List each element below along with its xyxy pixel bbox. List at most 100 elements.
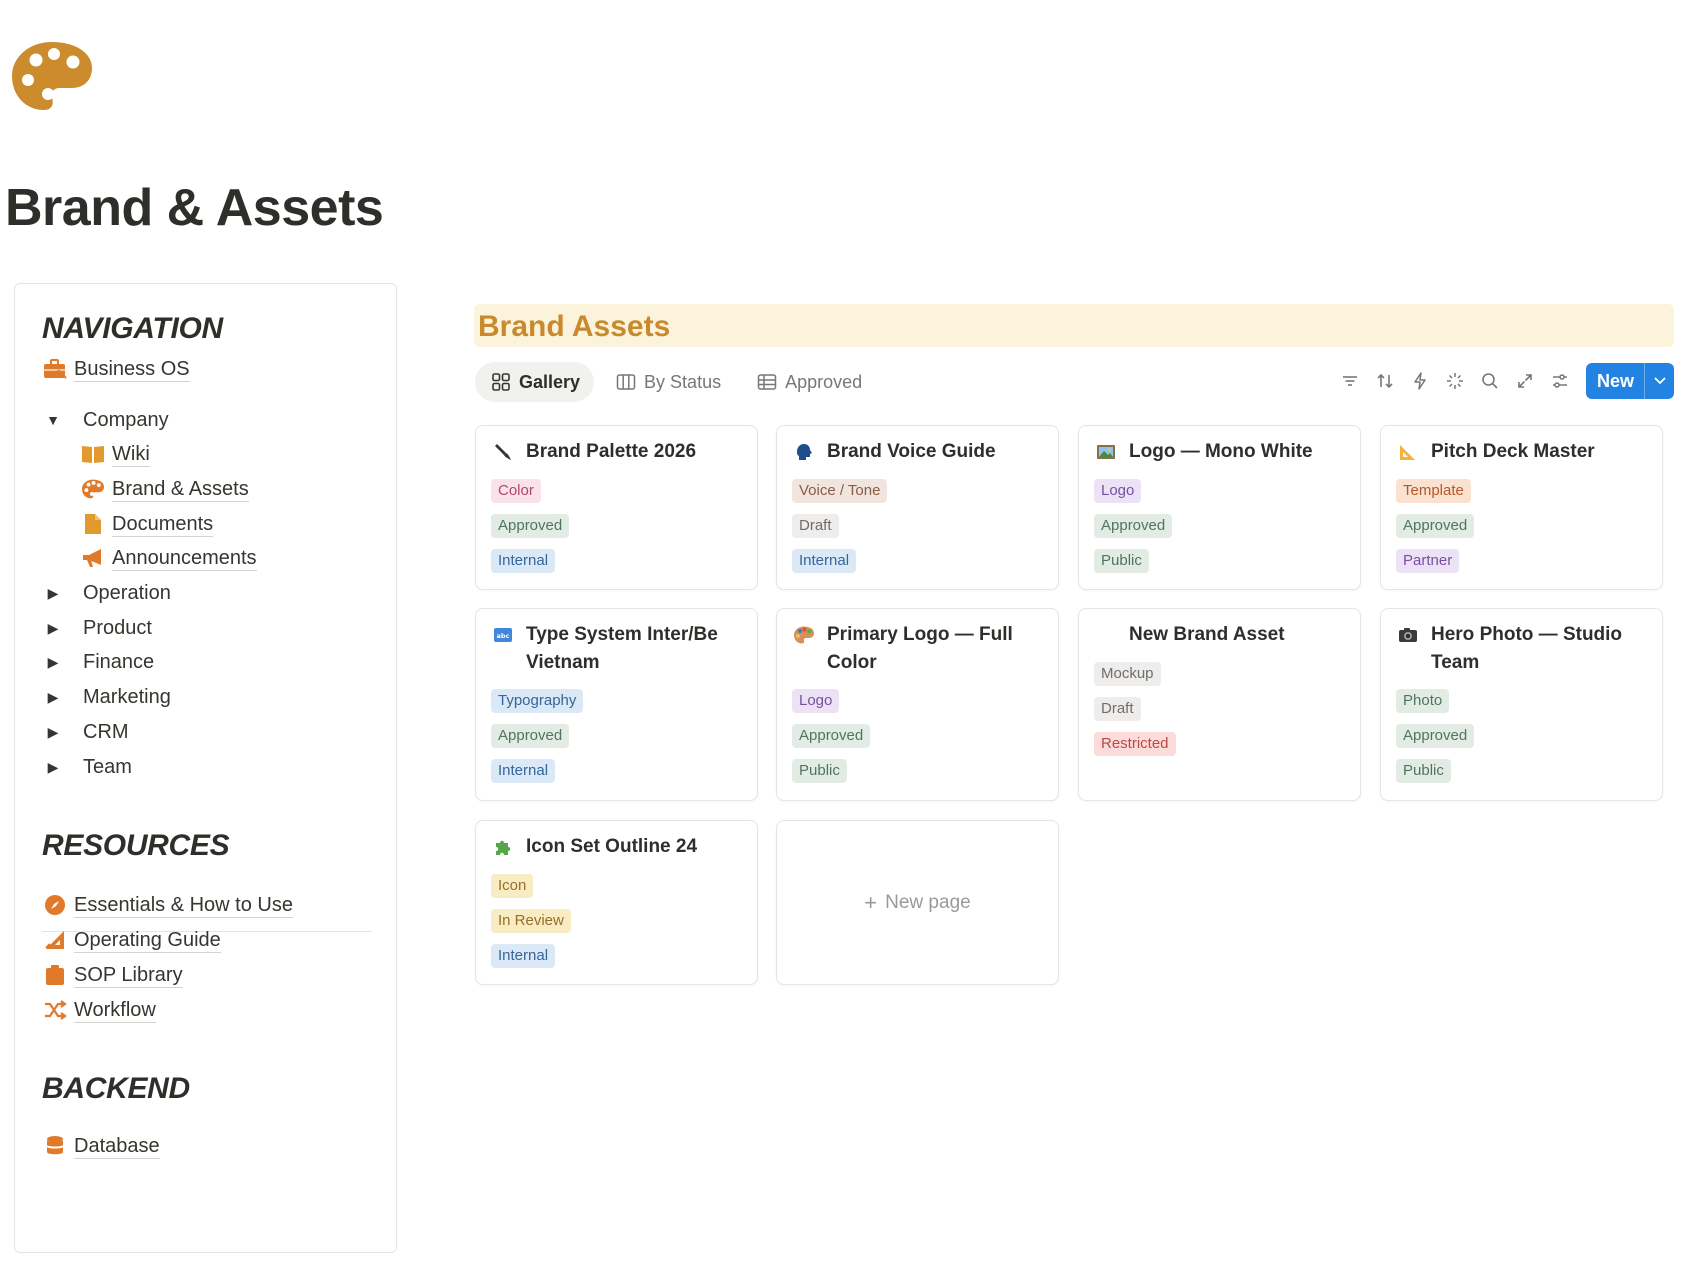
resource-link-label: Operating Guide <box>74 928 221 953</box>
tag: Template <box>1396 479 1471 503</box>
database-title[interactable]: Brand Assets <box>478 310 670 344</box>
palette-icon <box>793 621 815 649</box>
svg-text:abc: abc <box>497 632 510 640</box>
card-title-text: Pitch Deck Master <box>1431 441 1595 462</box>
palette-icon <box>80 476 106 502</box>
triangle-right-icon[interactable]: ▶ <box>45 654 61 671</box>
card-title-text: Type System Inter/Be Vietnam <box>526 624 718 673</box>
tag: Approved <box>491 724 570 748</box>
tag: In Review <box>491 909 571 933</box>
tag: Mockup <box>1094 662 1161 686</box>
card-tags: Icon In Review Internal <box>491 874 571 979</box>
card-tags: Photo Approved Public <box>1396 689 1475 794</box>
search-icon[interactable] <box>1473 363 1508 399</box>
gallery-card[interactable]: New Brand Asset Mockup Draft Restricted <box>1078 608 1361 801</box>
gallery-card[interactable]: Icon Set Outline 24 Icon In Review Inter… <box>475 820 758 985</box>
chevron-down-icon[interactable] <box>1644 363 1674 399</box>
tag: Internal <box>792 549 857 573</box>
triangle-right-icon[interactable]: ▶ <box>45 689 61 706</box>
triangle-ruler-icon <box>42 927 68 953</box>
puzzle-icon <box>492 833 514 861</box>
nav-group-company[interactable]: ▼ Company <box>45 405 169 435</box>
triangle-down-icon[interactable]: ▼ <box>45 412 61 428</box>
triangle-right-icon[interactable]: ▶ <box>45 585 61 602</box>
automation-icon[interactable] <box>1403 363 1438 399</box>
tab-by-status[interactable]: By Status <box>600 362 735 402</box>
speaking-head-icon <box>793 438 815 466</box>
card-tags: Mockup Draft Restricted <box>1094 662 1176 767</box>
nav-link-label: Brand & Assets <box>112 477 249 502</box>
card-title: New Brand Asset <box>1095 621 1348 649</box>
settings-icon[interactable] <box>1543 363 1578 399</box>
gallery-card[interactable]: abc Type System Inter/Be Vietnam Typogra… <box>475 608 758 801</box>
gallery-card[interactable]: Logo — Mono White Logo Approved Public <box>1078 425 1361 590</box>
gallery-card[interactable]: Hero Photo — Studio Team Photo Approved … <box>1380 608 1663 801</box>
nav-link-brand-assets[interactable]: Brand & Assets <box>80 474 249 504</box>
gallery-card[interactable]: Pitch Deck Master Template Approved Part… <box>1380 425 1663 590</box>
triangle-right-icon[interactable]: ▶ <box>45 724 61 741</box>
plus-icon: + <box>864 889 878 915</box>
camera-icon <box>1397 621 1419 649</box>
database-title-bar: Brand Assets <box>474 304 1674 347</box>
nav-group-operation[interactable]: ▶ Operation <box>45 578 171 608</box>
nav-link-label: Wiki <box>112 442 150 467</box>
nav-link-label: Documents <box>112 512 214 537</box>
card-title: Icon Set Outline 24 <box>492 833 745 861</box>
card-tags: Logo Approved Public <box>792 689 871 794</box>
resource-link-essentials[interactable]: Essentials & How to Use <box>42 890 293 920</box>
triangle-right-icon[interactable]: ▶ <box>45 759 61 776</box>
card-title-text: Brand Voice Guide <box>827 441 996 462</box>
card-tags: Logo Approved Public <box>1094 479 1173 584</box>
nav-group-crm[interactable]: ▶ CRM <box>45 717 129 747</box>
ai-icon[interactable] <box>1438 363 1473 399</box>
nav-group-marketing[interactable]: ▶ Marketing <box>45 682 171 712</box>
nav-group-label: Finance <box>83 650 155 673</box>
gallery-card[interactable]: Primary Logo — Full Color Logo Approved … <box>776 608 1059 801</box>
gallery-card[interactable]: Brand Voice Guide Voice / Tone Draft Int… <box>776 425 1059 590</box>
card-title: Primary Logo — Full Color <box>793 621 1046 677</box>
card-title-text: Brand Palette 2026 <box>526 441 697 462</box>
sort-icon[interactable] <box>1368 363 1403 399</box>
expand-icon[interactable] <box>1508 363 1543 399</box>
backend-link-database[interactable]: Database <box>42 1131 160 1161</box>
card-title-text: Icon Set Outline 24 <box>526 836 698 857</box>
tag: Approved <box>1396 514 1475 538</box>
resource-link-sop-library[interactable]: SOP Library <box>42 960 183 990</box>
resource-link-workflow[interactable]: Workflow <box>42 995 156 1025</box>
nav-link-documents[interactable]: Documents <box>80 509 214 539</box>
new-page-card[interactable]: + New page <box>776 820 1059 985</box>
nav-link-business-os[interactable]: Business OS <box>42 354 190 384</box>
tag: Approved <box>792 724 871 748</box>
tag: Icon <box>491 874 534 898</box>
nav-link-wiki[interactable]: Wiki <box>80 439 150 469</box>
filter-icon[interactable] <box>1333 363 1368 399</box>
card-title: Pitch Deck Master <box>1397 438 1650 466</box>
page-palette-icon[interactable] <box>12 40 92 112</box>
new-button[interactable]: New <box>1585 363 1674 399</box>
nav-group-finance[interactable]: ▶ Finance <box>45 647 155 677</box>
nav-group-team[interactable]: ▶ Team <box>45 752 132 782</box>
triangle-right-icon[interactable]: ▶ <box>45 620 61 637</box>
tag: Public <box>1396 759 1451 783</box>
new-button-label: New <box>1596 371 1634 391</box>
tag: Approved <box>1094 514 1173 538</box>
nav-group-product[interactable]: ▶ Product <box>45 613 152 643</box>
sidebar-panel: NAVIGATION Business OS ▼ Company Wiki Br… <box>14 283 397 1253</box>
tag: Public <box>1094 549 1149 573</box>
clipboard-icon <box>42 962 68 988</box>
tab-label: Gallery <box>519 371 581 392</box>
tag: Internal <box>491 944 556 968</box>
card-tags: Voice / Tone Draft Internal <box>792 479 888 584</box>
triangle-ruler-icon <box>1397 438 1419 466</box>
tab-label: By Status <box>644 371 722 392</box>
open-book-icon <box>80 441 106 467</box>
nav-link-announcements[interactable]: Announcements <box>80 543 257 573</box>
tab-approved[interactable]: Approved <box>741 362 876 402</box>
framed-picture-icon <box>1095 438 1117 466</box>
tab-gallery[interactable]: Gallery <box>475 362 595 402</box>
new-page-label: New page <box>885 891 971 913</box>
tag: Approved <box>1396 724 1475 748</box>
tag: Draft <box>792 514 839 538</box>
gallery-card[interactable]: Brand Palette 2026 Color Approved Intern… <box>475 425 758 590</box>
resource-link-operating-guide[interactable]: Operating Guide <box>42 925 221 955</box>
